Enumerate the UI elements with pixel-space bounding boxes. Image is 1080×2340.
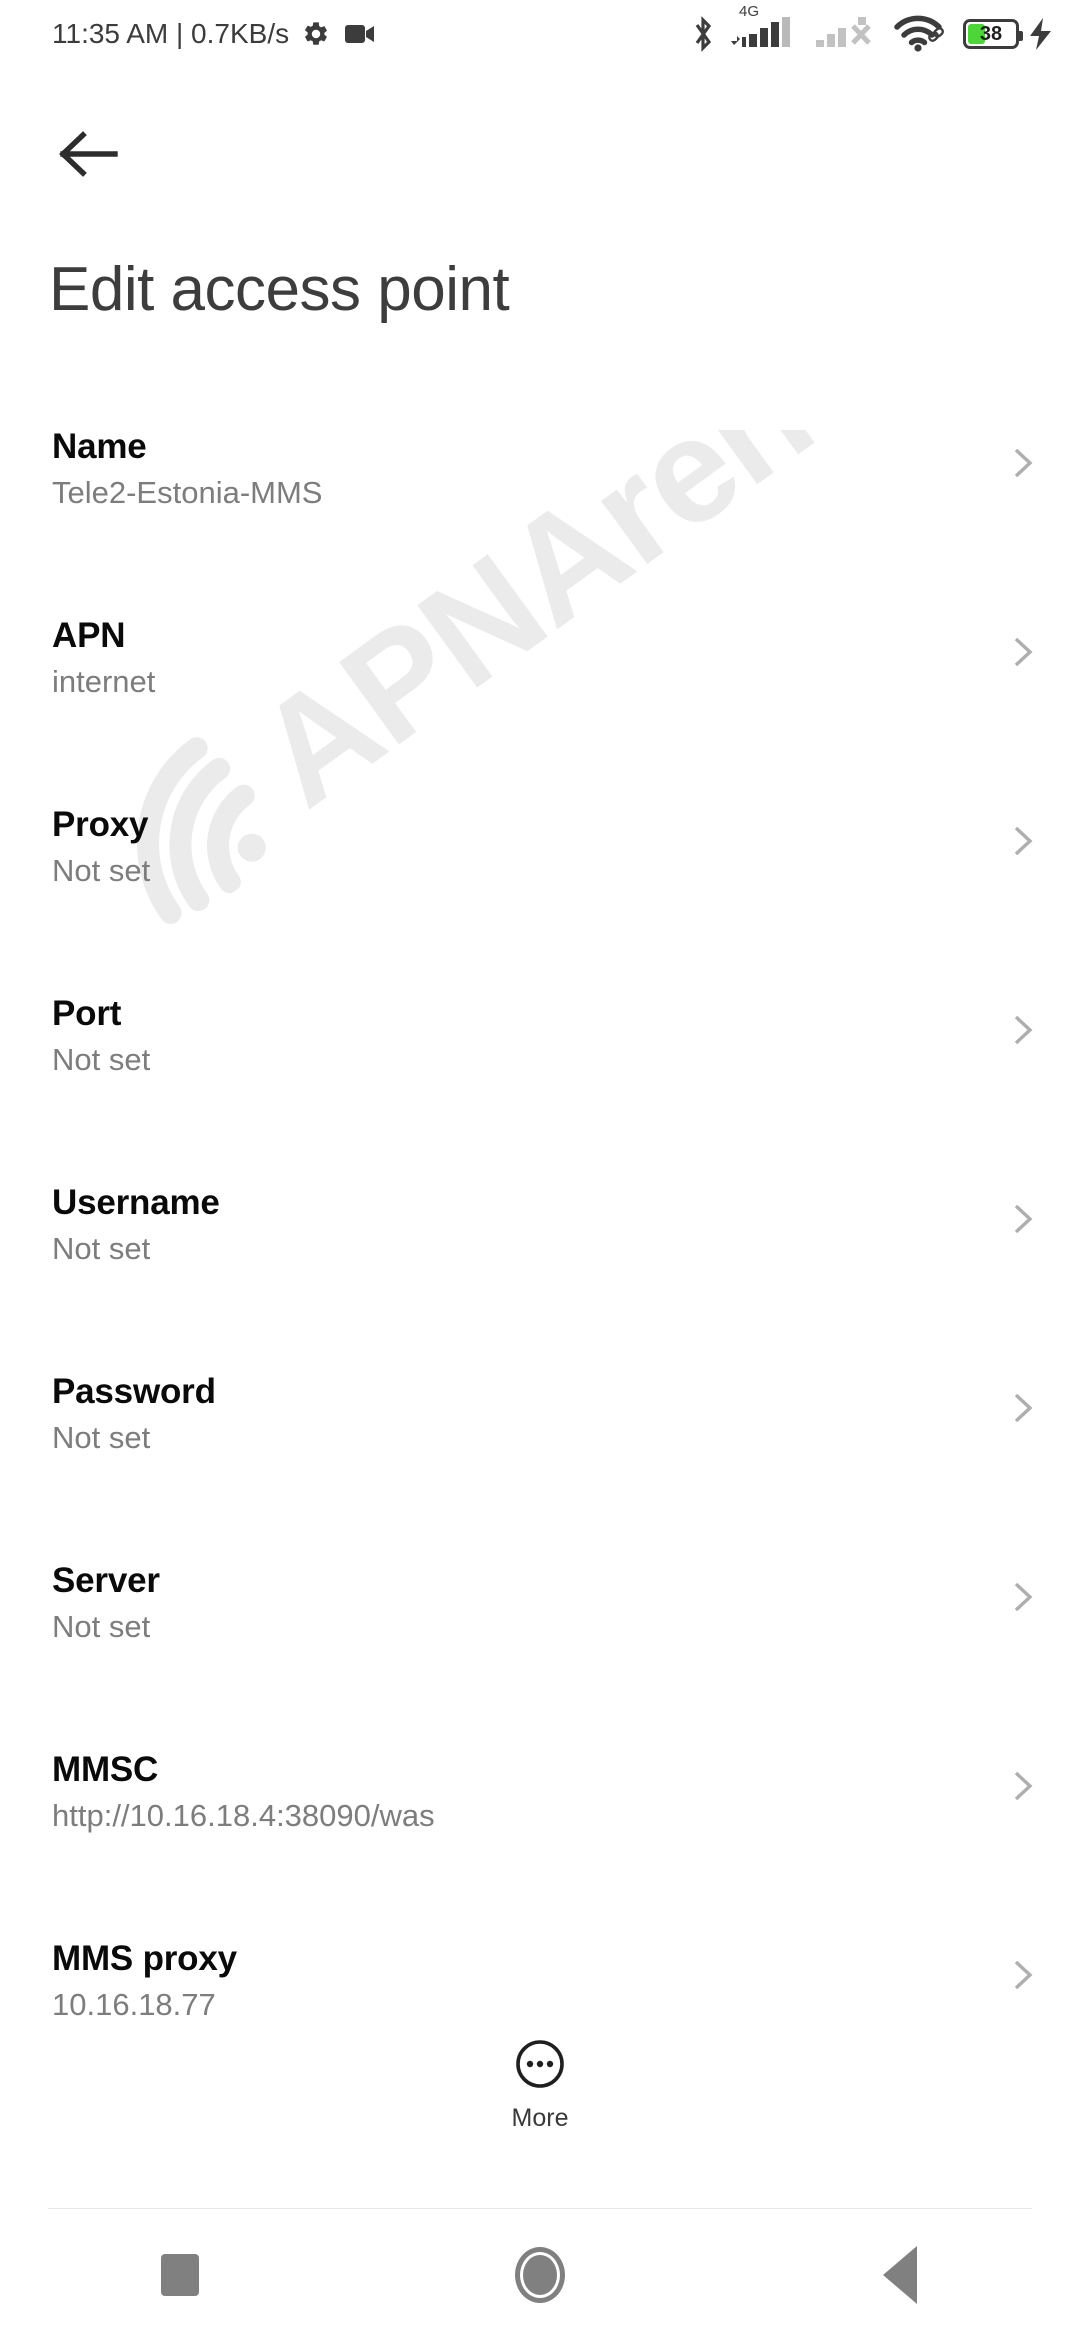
chevron-right-icon [1002,1009,1044,1051]
field-label: Server [52,1561,160,1600]
more-button-label: More [511,2104,569,2132]
network-type-label: 4G [739,3,760,20]
signal-sim2-no-service-icon [814,17,878,51]
field-label: APN [52,616,126,655]
field-value: Not set [52,1231,151,1267]
chevron-right-icon [1002,1954,1044,1996]
list-item-password[interactable]: Password Not set [0,1349,1080,1538]
list-item-server[interactable]: Server Not set [0,1538,1080,1727]
field-value: Not set [52,1420,151,1456]
chevron-right-icon [1002,442,1044,484]
status-bar-left: 11:35 AM | 0.7KB/s [52,18,375,50]
status-bar-right: 4G 38 [691,4,1054,53]
field-value: 10.16.18.77 [52,1987,216,2023]
battery-percent-label: 38 [979,23,1003,45]
chevron-right-icon [1002,1576,1044,1618]
list-item-apn[interactable]: APN internet [0,593,1080,782]
list-item-name[interactable]: Name Tele2-Estonia-MMS [0,404,1080,593]
chevron-right-icon [1002,1198,1044,1240]
circle-home-icon [515,2247,565,2303]
nav-recents-button[interactable] [0,2210,360,2340]
list-item-port[interactable]: Port Not set [0,971,1080,1160]
list-item-username[interactable]: Username Not set [0,1160,1080,1349]
bluetooth-icon [691,16,715,52]
wifi-icon [894,15,948,53]
field-label: Password [52,1372,216,1411]
signal-sim1-icon: 4G [729,4,801,51]
chevron-right-icon [1002,1765,1044,1807]
square-recents-icon [161,2254,199,2296]
field-label: Proxy [52,805,149,844]
access-point-fields-list: Name Tele2-Estonia-MMS APN internet Prox… [0,404,1080,2105]
field-value: Not set [52,853,151,889]
back-button[interactable] [52,118,128,194]
field-value: Tele2-Estonia-MMS [52,475,323,511]
battery-icon: 38 [963,19,1023,49]
field-value: Not set [52,1042,151,1078]
arrow-left-icon [59,130,121,182]
field-label: Port [52,994,122,1033]
triangle-back-icon [883,2246,917,2304]
list-item-proxy[interactable]: Proxy Not set [0,782,1080,971]
chevron-right-icon [1002,820,1044,862]
nav-back-button[interactable] [720,2210,1080,2340]
list-item-mmsc[interactable]: MMSC http://10.16.18.4:38090/was [0,1727,1080,1916]
chevron-right-icon [1002,1387,1044,1429]
charging-bolt-icon [1028,17,1054,51]
system-navigation-bar [0,2210,1080,2340]
field-label: Username [52,1183,220,1222]
status-bar: 11:35 AM | 0.7KB/s 4G 38 [0,0,1080,68]
nav-home-button[interactable] [360,2210,720,2340]
field-value: Not set [52,1609,151,1645]
field-value: internet [52,664,156,700]
chevron-right-icon [1002,631,1044,673]
field-label: MMSC [52,1750,159,1789]
field-label: Name [52,427,147,466]
more-button[interactable]: More [0,2038,1080,2131]
gear-icon [302,20,330,48]
more-circle-icon [514,2038,566,2095]
status-clock: 11:35 AM | 0.7KB/s [52,18,290,49]
bottom-divider [48,2208,1032,2209]
camcorder-icon [345,23,375,45]
field-label: MMS proxy [52,1939,237,1978]
field-value: http://10.16.18.4:38090/was [52,1798,435,1834]
page-title: Edit access point [49,255,510,324]
